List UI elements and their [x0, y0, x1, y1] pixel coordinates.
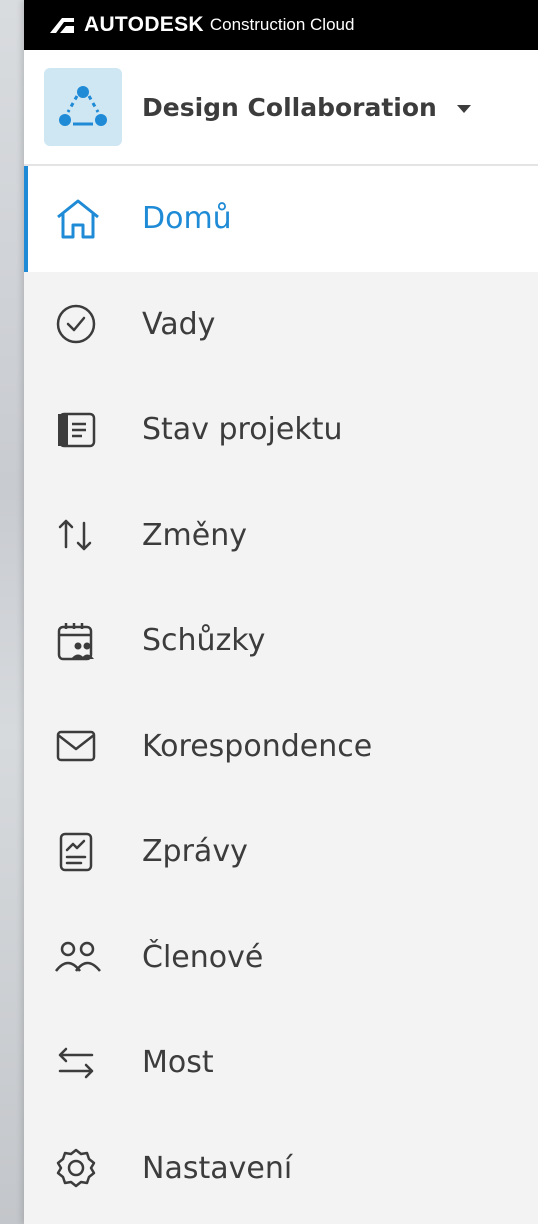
- sidebar-item-stav-projektu[interactable]: Stav projektu: [24, 377, 538, 483]
- chevron-down-icon: [456, 105, 471, 113]
- sidebar-item-vady[interactable]: Vady: [24, 272, 538, 378]
- sidebar-item-clenove[interactable]: Členové: [24, 905, 538, 1011]
- brand-name: AUTODESK: [84, 13, 204, 36]
- sidebar-nav: Domů Vady Stav projektu Změny Schůzky Ko…: [24, 166, 538, 1221]
- sidebar-item-label: Změny: [142, 517, 247, 553]
- sidebar-item-label: Zprávy: [142, 834, 248, 870]
- module-title: Design Collaboration: [142, 92, 437, 122]
- background-backdrop: [0, 0, 24, 1224]
- sidebar-item-domu[interactable]: Domů: [24, 166, 538, 272]
- check-circle-icon: [54, 302, 114, 346]
- sidebar-item-label: Most: [142, 1045, 214, 1081]
- envelope-icon: [54, 724, 114, 768]
- home-icon: [54, 197, 114, 241]
- navigation-panel: AUTODESK Construction Cloud Design Colla…: [24, 0, 538, 1224]
- sidebar-item-zmeny[interactable]: Změny: [24, 483, 538, 589]
- brand-product: Construction Cloud: [209, 15, 355, 34]
- report-icon: [54, 830, 114, 874]
- sidebar-item-label: Nastavení: [142, 1150, 293, 1186]
- sidebar-item-zpravy[interactable]: Zprávy: [24, 799, 538, 905]
- sidebar-item-label: Členové: [142, 939, 264, 975]
- brand-bar: AUTODESK Construction Cloud: [24, 0, 538, 50]
- sidebar-item-label: Stav projektu: [142, 412, 343, 448]
- module-switcher[interactable]: Design Collaboration: [24, 50, 538, 166]
- sidebar-item-label: Korespondence: [142, 728, 373, 764]
- autodesk-logo-icon: [50, 18, 74, 33]
- document-list-icon: [54, 408, 114, 452]
- arrows-up-down-icon: [54, 513, 114, 557]
- sidebar-item-nastaveni[interactable]: Nastavení: [24, 1116, 538, 1222]
- sidebar-item-most[interactable]: Most: [24, 1010, 538, 1116]
- sidebar-item-schuzky[interactable]: Schůzky: [24, 588, 538, 694]
- gear-icon: [54, 1146, 114, 1190]
- sidebar-item-korespondence[interactable]: Korespondence: [24, 694, 538, 800]
- calendar-people-icon: [54, 619, 114, 663]
- sidebar-item-label: Vady: [142, 306, 216, 342]
- sidebar-item-label: Domů: [142, 201, 232, 237]
- arrows-left-right-icon: [54, 1041, 114, 1085]
- design-collaboration-icon: [44, 68, 122, 146]
- sidebar-item-label: Schůzky: [142, 623, 266, 659]
- people-icon: [54, 935, 114, 979]
